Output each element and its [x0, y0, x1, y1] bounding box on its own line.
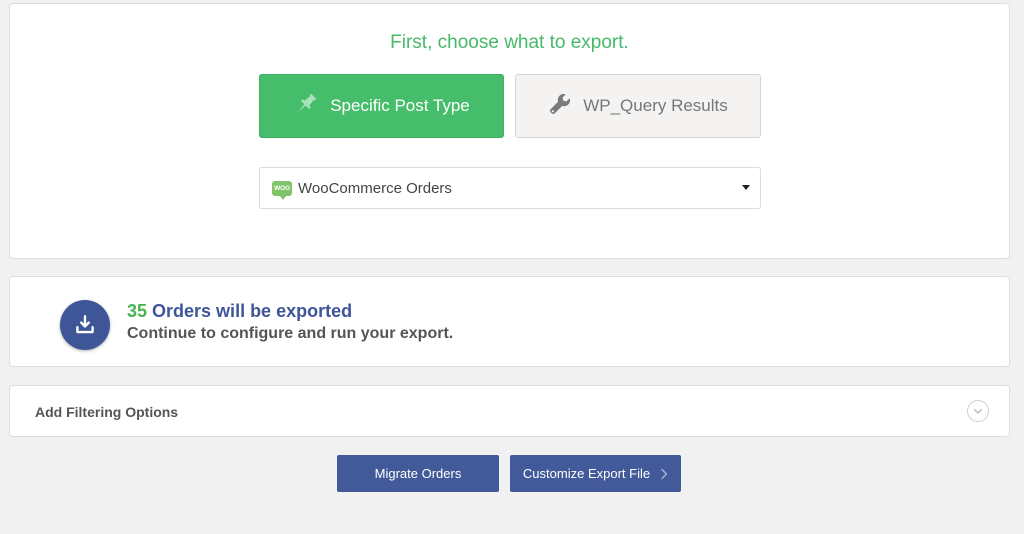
export-count: 35: [127, 301, 148, 321]
woocommerce-logo-icon: WOO: [272, 180, 292, 200]
customize-export-file-label: Customize Export File: [522, 466, 651, 481]
chevron-down-circle-icon[interactable]: [967, 400, 989, 422]
export-continue-text: Continue to configure and run your expor…: [127, 325, 454, 342]
filtering-options-panel[interactable]: Add Filtering Options: [9, 385, 1010, 437]
specific-post-type-button[interactable]: Specific Post Type: [259, 74, 504, 138]
wp-query-results-label: WP_Query Results: [583, 96, 728, 115]
post-type-select[interactable]: WOO WooCommerce Orders: [259, 167, 761, 209]
chevron-right-icon: [660, 468, 668, 480]
migrate-orders-button[interactable]: Migrate Orders: [337, 455, 499, 492]
migrate-orders-label: Migrate Orders: [374, 466, 462, 481]
download-tray-icon: [60, 300, 110, 350]
specific-post-type-label: Specific Post Type: [330, 96, 470, 115]
export-summary-panel: 35 Orders will be exported Continue to c…: [9, 276, 1010, 367]
choose-headline: First, choose what to export.: [390, 32, 629, 53]
wp-query-results-button[interactable]: WP_Query Results: [515, 74, 761, 138]
dropdown-caret-icon: [742, 185, 750, 190]
export-count-suffix: Orders will be exported: [147, 301, 353, 321]
choose-export-panel: First, choose what to export. Specific P…: [9, 3, 1010, 259]
filtering-options-label: Add Filtering Options: [35, 404, 179, 420]
post-type-select-value: WooCommerce Orders: [298, 179, 452, 197]
export-count-text: 35 Orders will be exported: [127, 301, 352, 322]
customize-export-file-button[interactable]: Customize Export File: [510, 455, 681, 492]
wrench-icon: [548, 92, 583, 121]
pin-icon: [293, 91, 330, 122]
